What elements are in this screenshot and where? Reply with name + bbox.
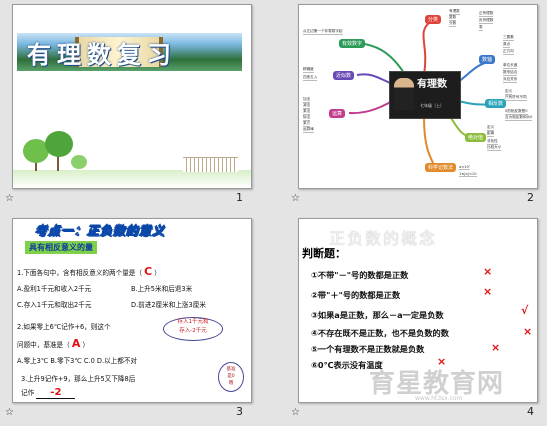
question-2-line1: 2.如果零上6℃记作+6，则这个: [17, 323, 111, 331]
answer-2: A: [71, 337, 81, 350]
branch-significant-digits[interactable]: 有效数字: [339, 39, 366, 48]
question-3-line1: 3.上升9记作+9，那么上升5又下降8后: [21, 375, 136, 383]
branch-operations[interactable]: 运算: [329, 109, 346, 118]
leaf: 从左边第一个非零数字起: [303, 29, 343, 35]
leaf: 精确度: [303, 67, 314, 73]
wrong-mark: ×: [491, 341, 501, 354]
bush-icon: [71, 155, 87, 169]
slide-transition-icon: ☆: [5, 193, 14, 204]
slide-thumbnail-1[interactable]: 有理数复习: [12, 4, 252, 189]
branch-opposite-number[interactable]: 相反数: [485, 99, 507, 108]
judgement-heading: 判断题：: [302, 247, 346, 260]
leaf: 数形结合: [503, 70, 518, 76]
leaf: 比较大小: [487, 145, 502, 151]
leaf: 零: [479, 25, 483, 31]
leaf: a×10ⁿ: [459, 165, 471, 170]
answer-1: C: [144, 265, 153, 278]
leaf: 分数: [449, 21, 457, 27]
statement-5: ⑤一个有理数不是正数就是负数: [311, 344, 425, 354]
question-1: 1.下面各句中，含有相反意义的两个量是（ C ）: [17, 265, 161, 278]
hint-circle: 基准 是0 哦: [218, 362, 244, 392]
branch-classification[interactable]: 分类: [425, 15, 442, 24]
banner-title: 有理数复习: [27, 40, 177, 69]
leaf: 运算律: [303, 127, 314, 133]
slide-transition-icon: ☆: [5, 407, 14, 418]
wrong-mark: ×: [483, 285, 493, 298]
correct-mark: √: [521, 304, 529, 317]
answer-3: -2: [36, 387, 76, 399]
slide-thumbnail-3[interactable]: 考点一：正负数的意义 具有相反意义的量 1.下面各句中，含有相反意义的两个量是（…: [12, 218, 252, 403]
branch-approximation[interactable]: 近似数: [333, 71, 355, 80]
statement-3: ③如果a是正数，那么－a一定是负数: [311, 310, 444, 320]
statement-4: ④不存在既不是正数，也不是负数的数: [311, 328, 449, 338]
leaf: 正方向: [503, 49, 514, 55]
leaf: 1≤|a|<10: [459, 172, 477, 177]
hint-bubble: 存入1千元和 存入-2千元: [163, 317, 223, 341]
statement-1: ①不带"－"号的数都是正数: [311, 270, 409, 280]
wrong-mark: ×: [523, 325, 533, 338]
slide-number: 1: [236, 191, 243, 204]
slide-transition-icon: ☆: [291, 407, 300, 418]
option-d: D.前进2厘米和上涨3厘米: [131, 301, 206, 309]
leaf: 四舍五入: [303, 75, 318, 81]
leaf: 单位长度: [503, 63, 518, 69]
slide-title: 考点一：正负数的意义: [35, 224, 166, 239]
slide-number: 4: [527, 405, 534, 418]
slide-thumbnail-4[interactable]: 正负数的概念 判断题： ①不带"－"号的数都是正数 × ②带"＋"号的数都是正数…: [298, 218, 538, 403]
question-3-line2: 记作 -2: [21, 387, 76, 399]
leaf: 对应关系: [503, 77, 518, 83]
watermark-url: www.ht3sx.com: [415, 395, 463, 402]
slide-number: 2: [527, 191, 534, 204]
mindmap-center-node[interactable]: 有理数 七年级（上）: [389, 71, 461, 119]
branch-scientific-notation[interactable]: 科学记数法: [425, 163, 457, 172]
statement-2: ②带"＋"号的数都是正数: [311, 290, 401, 300]
ground-decoration: [13, 170, 251, 188]
leaf: 距离: [487, 131, 495, 137]
teacher-avatar: [394, 78, 414, 110]
slide-number: 3: [236, 405, 243, 418]
mindmap-center-title: 有理数: [417, 79, 447, 90]
question-2-line2: 问题中，基准是（ A ）: [17, 337, 90, 350]
leaf: 负有理数: [479, 18, 494, 24]
wrong-mark: ×: [483, 265, 493, 278]
leaf: 正有理数: [479, 11, 494, 17]
leaf: 互为相反数和为0: [505, 115, 533, 121]
tree-icon: [45, 131, 73, 157]
mindmap-center-subtitle: 七年级（上）: [420, 103, 444, 108]
slide-thumbnail-2[interactable]: 有理数 七年级（上） 分类 数轴 相反数 绝对值 运算 科学记数法 近似数 有效…: [298, 4, 538, 189]
leaf: 原点: [503, 42, 511, 48]
question-2-options: A.零上3℃ B.零下3℃ C.0 D.以上都不对: [17, 357, 138, 365]
option-a: A.盈利1千元和收入2千元: [17, 285, 92, 293]
leaf: 三要素: [503, 35, 514, 41]
option-c: C.存入1千元和取出2千元: [17, 301, 92, 309]
option-b: B.上升5米和后退3米: [131, 285, 193, 293]
subheading-highlight: 具有相反意义的量: [25, 241, 97, 254]
fence-decoration: [183, 157, 238, 172]
leaf: 只有符号不同: [505, 95, 527, 101]
slide-transition-icon: ☆: [291, 193, 300, 204]
branch-number-line[interactable]: 数轴: [479, 55, 496, 64]
branch-absolute-value[interactable]: 绝对值: [465, 133, 487, 142]
